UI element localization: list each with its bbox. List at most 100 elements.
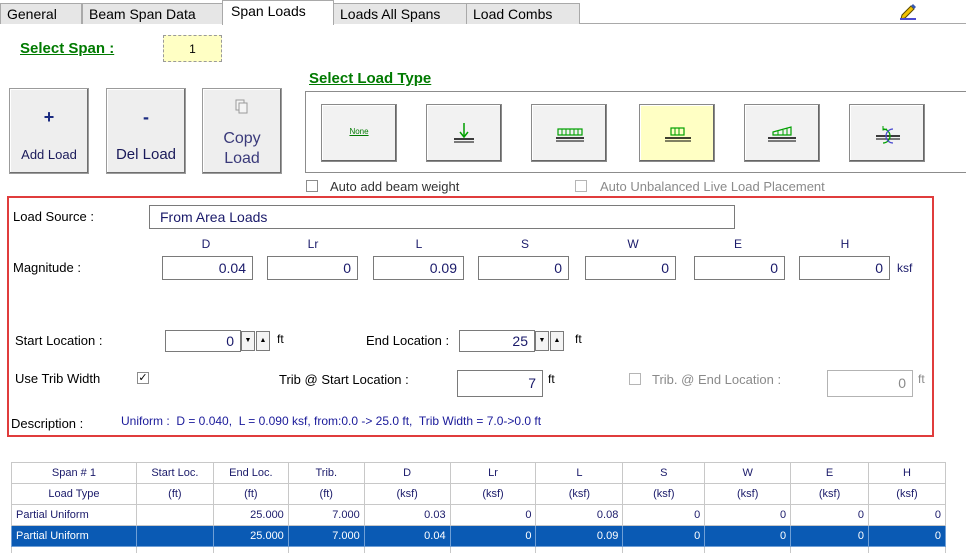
table-cell: 0.04 — [363, 525, 451, 547]
table-cell: 0 — [868, 504, 946, 526]
magnitude-w-input[interactable]: 0 — [585, 256, 676, 280]
copy-load-button[interactable]: Copy Load — [202, 88, 282, 174]
column-unit: (ksf) — [790, 483, 869, 505]
table-row[interactable]: Partial Uniform 25.000 7.000 0.03 0 0.08… — [11, 504, 946, 526]
column-unit: (ft) — [212, 483, 289, 505]
load-details-frame — [7, 196, 934, 437]
mag-header-l: L — [415, 237, 423, 251]
start-location-label: Start Location : — [15, 333, 103, 348]
table-cell: Partial Uniform — [11, 525, 137, 547]
table-header-row: Span # 1 Start Loc. End Loc. Trib. D Lr … — [11, 462, 946, 484]
table-cell: 0 — [449, 525, 537, 547]
add-load-button[interactable]: + Add Load — [9, 88, 89, 174]
load-type-partial-uniform-button[interactable] — [639, 104, 715, 162]
load-type-none-button[interactable]: None — [321, 104, 397, 162]
load-type-trapezoidal-button[interactable] — [744, 104, 820, 162]
magnitude-l-input[interactable]: 0.09 — [373, 256, 464, 280]
column-header: End Loc. — [212, 462, 289, 484]
start-location-input[interactable]: 0 — [165, 330, 241, 352]
table-cell: 25.000 — [212, 504, 289, 526]
minus-icon: - — [143, 107, 149, 127]
table-cell: 0 — [622, 525, 706, 547]
edit-pencil-icon[interactable] — [898, 2, 918, 20]
tab-label: General — [7, 6, 57, 22]
load-type-moment-button[interactable] — [849, 104, 925, 162]
table-cell: 0 — [449, 504, 537, 526]
column-header: W — [704, 462, 792, 484]
tab-label: Load Combs — [473, 6, 553, 22]
copy-icon — [235, 99, 248, 114]
mag-header-s: S — [520, 237, 529, 251]
table-cell: 7.000 — [287, 504, 365, 526]
column-header: S — [622, 462, 706, 484]
del-load-button[interactable]: - Del Load — [106, 88, 186, 174]
column-header: Trib. — [287, 462, 365, 484]
table-cell: 0 — [790, 525, 869, 547]
trib-end-checkbox[interactable] — [629, 373, 641, 385]
table-row-selected[interactable]: Partial Uniform 25.000 7.000 0.04 0 0.09… — [11, 525, 946, 547]
description-label: Description : — [11, 416, 84, 431]
mag-header-d: D — [201, 237, 211, 251]
end-location-unit: ft — [575, 332, 582, 346]
column-unit: (ksf) — [622, 483, 706, 505]
table-cell: 0 — [704, 525, 792, 547]
start-location-dropdown[interactable]: ▼ — [241, 331, 255, 351]
select-span-label: Select Span : — [20, 40, 115, 57]
column-unit: (ksf) — [868, 483, 946, 505]
copy-load-line1: Copy — [223, 130, 261, 147]
tab-general[interactable]: General — [0, 3, 82, 24]
table-cell: 25.000 — [212, 525, 289, 547]
tab-load-combs[interactable]: Load Combs — [466, 3, 580, 24]
column-unit: (ksf) — [363, 483, 451, 505]
table-cell: 0 — [704, 504, 792, 526]
magnitude-s-input[interactable]: 0 — [478, 256, 569, 280]
end-location-dropdown[interactable]: ▼ — [535, 331, 549, 351]
use-trib-width-checkbox[interactable]: ✓ — [137, 372, 149, 384]
tab-label: Loads All Spans — [340, 6, 441, 22]
mag-header-lr: Lr — [307, 237, 319, 251]
tab-bar: General Beam Span Data Span Loads Loads … — [0, 0, 966, 25]
none-load-icon: None — [349, 127, 369, 136]
end-location-input[interactable]: 25 — [459, 330, 535, 352]
load-source-label: Load Source : — [13, 209, 94, 224]
column-header: E — [790, 462, 869, 484]
plus-icon: + — [43, 107, 55, 127]
tab-beam-span-data[interactable]: Beam Span Data — [82, 3, 228, 24]
load-source-field[interactable]: From Area Loads — [149, 205, 735, 229]
description-text: Uniform : D = 0.040, L = 0.090 ksf, from… — [121, 414, 542, 428]
add-load-label: Add Load — [21, 147, 77, 162]
magnitude-e-input[interactable]: 0 — [694, 256, 785, 280]
magnitude-label: Magnitude : — [13, 260, 81, 275]
tab-span-loads[interactable]: Span Loads — [222, 0, 334, 25]
column-unit: Load Type — [11, 483, 137, 505]
table-cell: 7.000 — [287, 525, 365, 547]
magnitude-unit: ksf — [897, 261, 913, 275]
end-location-spinner-up[interactable]: ▲ — [550, 331, 564, 351]
auto-beam-weight-checkbox[interactable] — [306, 180, 318, 192]
magnitude-d-input[interactable]: 0.04 — [162, 256, 253, 280]
trib-start-input[interactable]: 7 — [457, 370, 543, 397]
point-load-icon — [454, 123, 474, 143]
auto-beam-weight-label: Auto add beam weight — [330, 179, 460, 194]
table-cell: 0 — [790, 504, 869, 526]
magnitude-h-input[interactable]: 0 — [799, 256, 890, 280]
span-selector[interactable]: 1 — [163, 35, 222, 62]
use-trib-width-label: Use Trib Width — [15, 371, 101, 386]
auto-unbalanced-checkbox[interactable] — [575, 180, 587, 192]
start-location-unit: ft — [277, 332, 284, 346]
tab-loads-all-spans[interactable]: Loads All Spans — [333, 3, 467, 24]
span-loads-table: Span # 1 Start Loc. End Loc. Trib. D Lr … — [11, 462, 946, 553]
load-type-uniform-button[interactable] — [531, 104, 607, 162]
column-header: Span # 1 — [11, 462, 137, 484]
magnitude-lr-input[interactable]: 0 — [267, 256, 358, 280]
load-type-point-button[interactable] — [426, 104, 502, 162]
column-header: H — [868, 462, 946, 484]
column-unit: (ksf) — [449, 483, 537, 505]
column-unit: (ksf) — [704, 483, 792, 505]
column-header: L — [535, 462, 624, 484]
trib-end-unit: ft — [918, 372, 925, 386]
uniform-full-load-icon — [556, 128, 584, 142]
trib-end-input[interactable]: 0 — [827, 370, 913, 397]
del-load-label: Del Load — [115, 146, 177, 163]
start-location-spinner-up[interactable]: ▲ — [256, 331, 270, 351]
